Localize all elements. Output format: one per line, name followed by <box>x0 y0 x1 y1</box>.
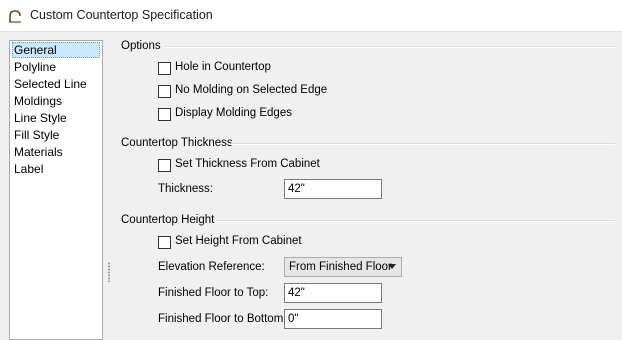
checkbox-label[interactable]: No Molding on Selected Edge <box>175 84 327 96</box>
height-divider <box>216 220 615 222</box>
thickness-input[interactable]: 42" <box>284 179 382 199</box>
title-bar: Custom Countertop Specification <box>0 0 622 32</box>
checkbox-label[interactable]: Set Thickness From Cabinet <box>175 158 320 170</box>
sidebar-item-general[interactable]: General <box>12 42 100 58</box>
elevation-reference-label: Elevation Reference: <box>158 261 265 273</box>
options-heading: Options <box>121 40 161 52</box>
chevron-down-icon[interactable] <box>388 264 396 269</box>
app-icon <box>9 10 21 23</box>
dropdown-value[interactable]: From Finished Floor <box>289 261 392 273</box>
sidebar-item-line-style[interactable]: Line Style <box>12 110 102 126</box>
checkbox-box[interactable] <box>158 62 171 75</box>
options-divider <box>165 46 615 48</box>
floor-to-top-input[interactable]: 42" <box>284 283 382 303</box>
checkbox-box[interactable] <box>158 85 171 98</box>
checkbox-label[interactable]: Set Height From Cabinet <box>175 235 302 247</box>
thickness-divider <box>231 143 615 145</box>
sidebar-item-fill-style[interactable]: Fill Style <box>12 127 102 143</box>
sidebar-item-selected-line[interactable]: Selected Line <box>12 76 102 92</box>
checkbox-box[interactable] <box>158 236 171 249</box>
splitter-grip[interactable] <box>108 262 110 282</box>
checkbox-box[interactable] <box>158 159 171 172</box>
sidebar-item-moldings[interactable]: Moldings <box>12 93 102 109</box>
thickness-label: Thickness: <box>158 183 213 195</box>
sidebar-item-label[interactable]: Label <box>12 161 102 177</box>
floor-to-top-label: Finished Floor to Top: <box>158 287 269 299</box>
sidebar-item-polyline[interactable]: Polyline <box>12 59 102 75</box>
elevation-reference-dropdown[interactable]: From Finished Floor <box>284 257 402 277</box>
sidebar-item-materials[interactable]: Materials <box>12 144 102 160</box>
window-title: Custom Countertop Specification <box>30 8 213 22</box>
category-list[interactable]: General Polyline Selected Line Moldings … <box>9 40 103 340</box>
height-heading: Countertop Height <box>121 214 215 226</box>
floor-to-bottom-input[interactable]: 0" <box>284 309 382 329</box>
floor-to-bottom-label: Finished Floor to Bottom: <box>158 313 287 325</box>
checkbox-label[interactable]: Display Molding Edges <box>175 107 292 119</box>
checkbox-box[interactable] <box>158 108 171 121</box>
checkbox-label[interactable]: Hole in Countertop <box>175 61 271 73</box>
thickness-heading: Countertop Thickness <box>121 137 233 149</box>
